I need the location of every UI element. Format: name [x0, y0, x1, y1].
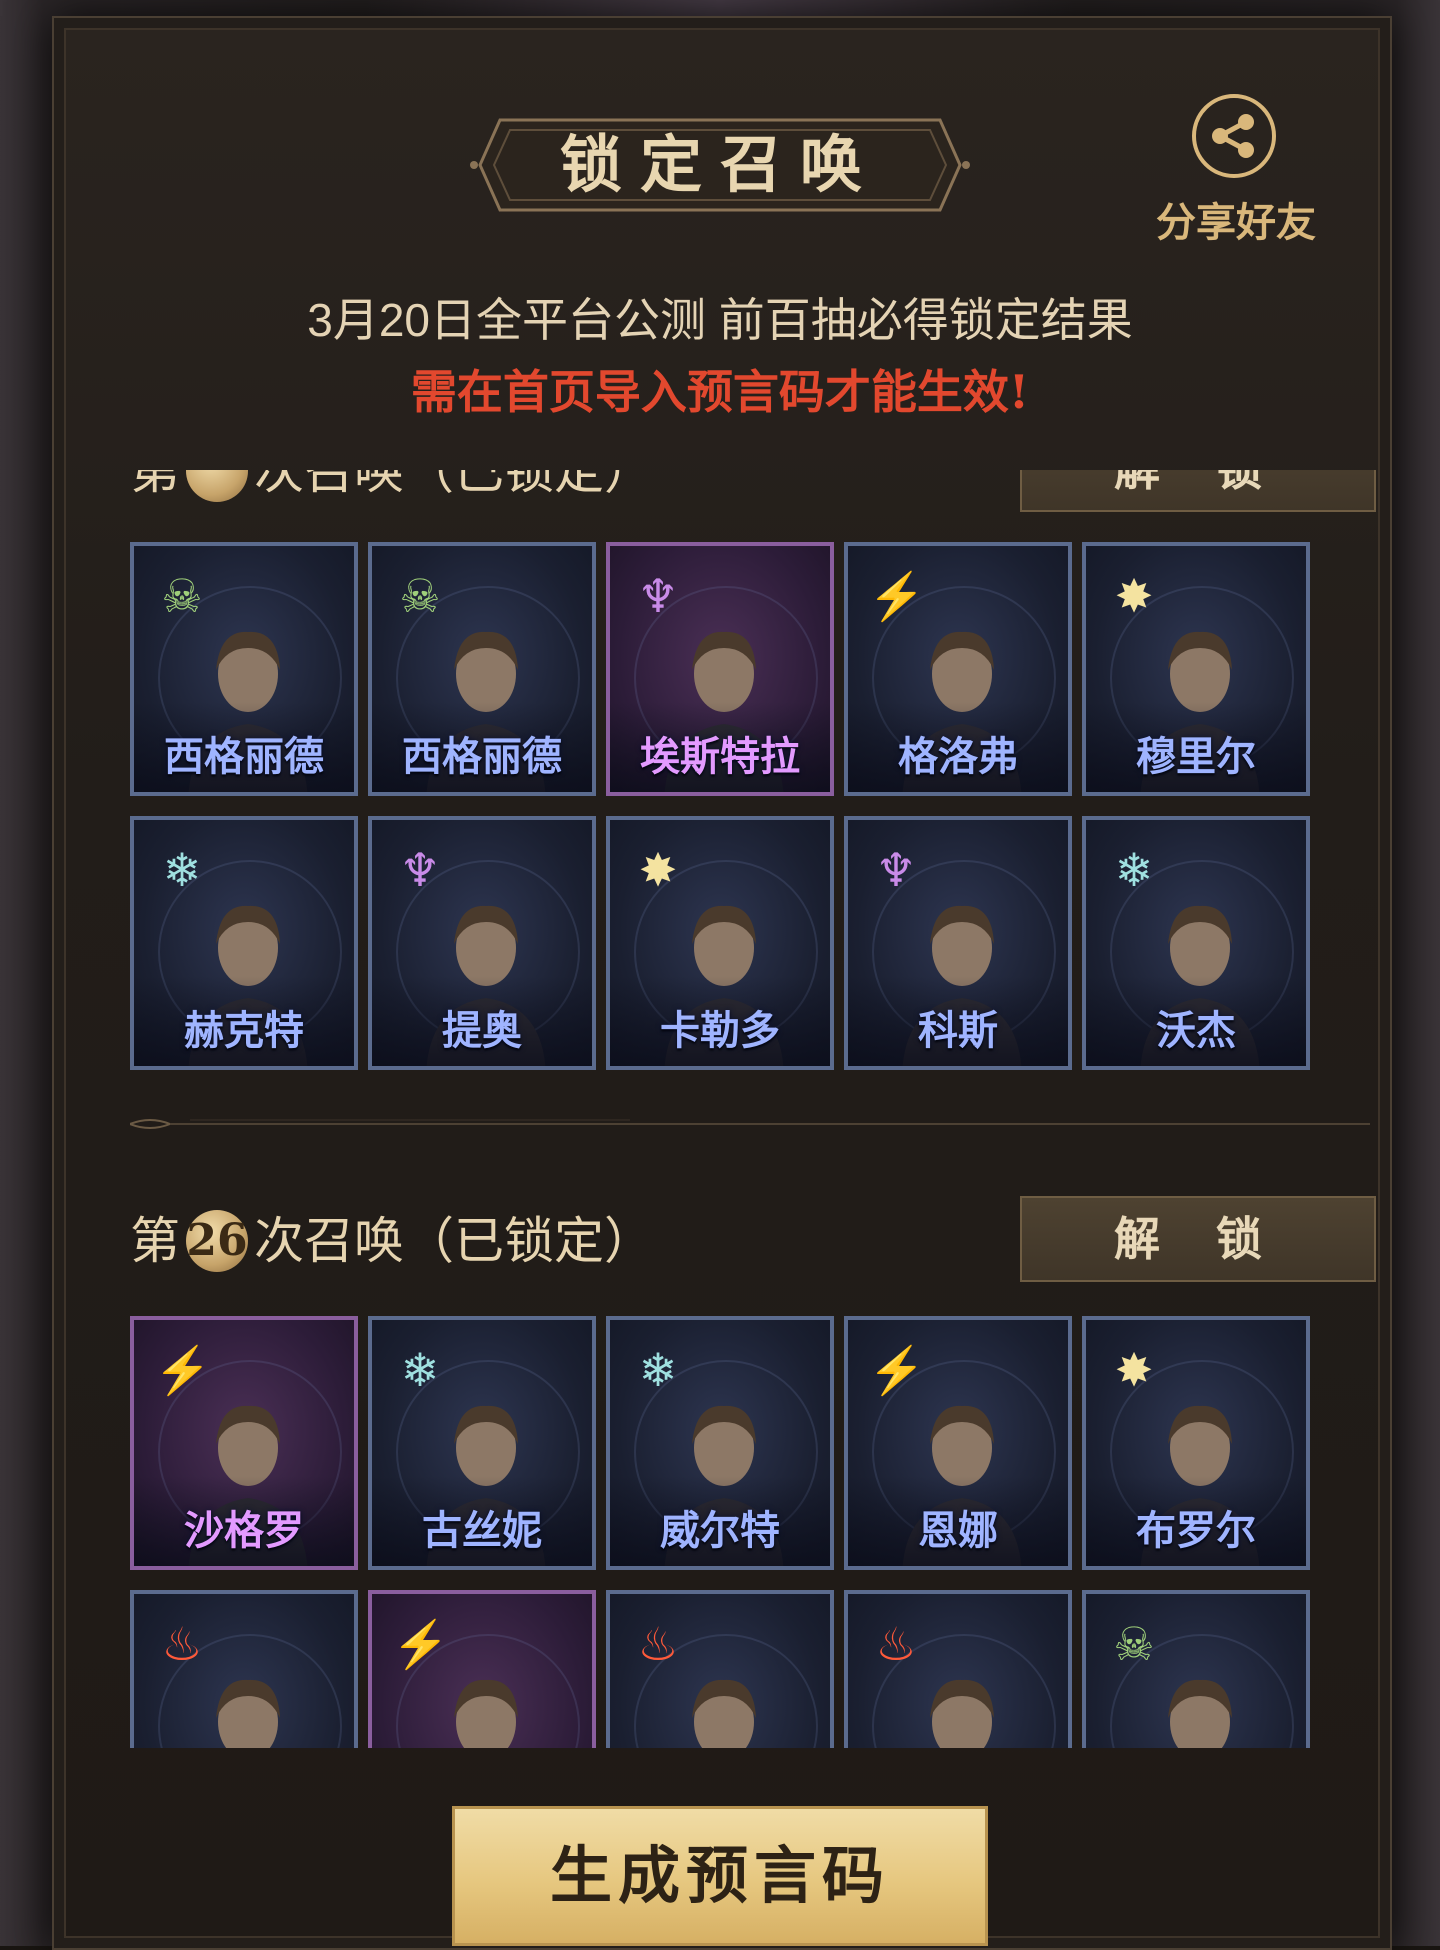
hero-portrait [692, 1679, 756, 1748]
sun-icon: ✸ [1114, 1343, 1154, 1397]
title-banner: 锁定召唤 [470, 110, 970, 220]
summon-list[interactable]: 第次召唤（已锁定） 解 锁 ☠西格丽德☠西格丽德♆埃斯特拉⚡格洛弗✸穆里尔 ❄赫… [52, 470, 1388, 1748]
hero-name: 西格丽德 [164, 733, 324, 780]
hero-name: 穆里尔 [1136, 733, 1256, 780]
section-divider [130, 1119, 1370, 1129]
summon-section-header: 第 26 次召唤（已锁定） 解 锁 [130, 1196, 1376, 1286]
generate-code-button[interactable]: 生成预言码 [452, 1806, 988, 1946]
share-icon [1212, 114, 1254, 158]
share-button[interactable]: 分享好友 [1148, 90, 1324, 250]
hero-name: 沙格罗 [184, 1507, 304, 1554]
hero-card[interactable]: ☠ 西格丽德 [130, 542, 358, 796]
hero-name: 古丝妮 [422, 1507, 542, 1554]
share-icon-ring [1192, 94, 1276, 178]
hero-card[interactable]: ♆ 科斯 [844, 816, 1072, 1070]
frost-icon: ❄ [1114, 843, 1154, 897]
section-suffix: 次召唤（已锁定） [254, 1212, 654, 1270]
hero-card[interactable]: ❄ 古丝妮 [368, 1316, 596, 1570]
hero-card[interactable]: ☠ 西格丽德 [368, 542, 596, 796]
unlock-button[interactable]: 解 锁 [1020, 470, 1376, 512]
demon-icon: ♆ [875, 843, 917, 897]
lightning-icon: ⚡ [868, 569, 926, 623]
hero-name: 恩娜 [918, 1507, 998, 1554]
hero-name: 科斯 [918, 1007, 998, 1054]
section-prefix: 第 [130, 470, 180, 500]
hero-portrait [454, 1679, 518, 1748]
frost-icon: ❄ [162, 843, 202, 897]
section-prefix: 第 [130, 1212, 180, 1270]
hero-card[interactable]: ⚡ 恩娜 [844, 1316, 1072, 1570]
share-label: 分享好友 [1156, 199, 1316, 246]
demon-icon: ♆ [637, 569, 679, 623]
hero-card[interactable]: ♨ [606, 1590, 834, 1748]
page-title: 锁定召唤 [559, 128, 880, 201]
hero-name: 提奥 [442, 1007, 522, 1054]
demon-icon: ♆ [399, 843, 441, 897]
summon-number-badge [186, 470, 248, 502]
lightning-icon: ⚡ [154, 1343, 212, 1397]
hero-card[interactable]: ♨ [844, 1590, 1072, 1748]
hero-row: ❄ 赫克特 ♆ 提奥 ✸ 卡勒多 ♆ 科斯 ❄ 沃杰 [130, 816, 1370, 1070]
frost-icon: ❄ [400, 1343, 440, 1397]
hero-name: 威尔特 [660, 1507, 780, 1554]
hero-name: 布罗尔 [1136, 1507, 1256, 1554]
sun-icon: ✸ [1114, 569, 1154, 623]
hero-card[interactable]: ⚡ 格洛弗 [844, 542, 1072, 796]
hero-card[interactable]: ✸ 布罗尔 [1082, 1316, 1310, 1570]
hero-name: 赫克特 [184, 1007, 304, 1054]
skull-icon: ☠ [1113, 1617, 1155, 1671]
frost-icon: ❄ [638, 1343, 678, 1397]
hero-portrait [216, 1679, 280, 1748]
hero-card[interactable]: ❄ 赫克特 [130, 816, 358, 1070]
lightning-icon: ⚡ [868, 1343, 926, 1397]
hero-name: 西格丽德 [402, 733, 562, 780]
notice-text: 需在首页导入预言码才能生效! [410, 365, 1030, 419]
sun-icon: ✸ [638, 843, 678, 897]
hero-row: ♨ ⚡ ♨ ♨ ☠ [130, 1590, 1370, 1748]
hero-card[interactable]: ❄ 沃杰 [1082, 816, 1310, 1070]
fire-icon: ♨ [161, 1617, 203, 1671]
hero-card[interactable]: ⚡ 沙格罗 [130, 1316, 358, 1570]
skull-icon: ☠ [399, 569, 441, 623]
hero-card[interactable]: ❄ 威尔特 [606, 1316, 834, 1570]
section-suffix: 次召唤（已锁定） [254, 470, 654, 500]
lightning-icon: ⚡ [392, 1617, 450, 1671]
subtitle: 3月20日全平台公测 前百抽必得锁定结果 [307, 294, 1133, 346]
summon-number-badge: 26 [186, 1210, 248, 1272]
section-title: 第 26 次召唤（已锁定） [130, 1196, 654, 1286]
hero-card[interactable]: ✸ 卡勒多 [606, 816, 834, 1070]
hero-portrait [930, 1679, 994, 1748]
hero-card[interactable]: ♆ 提奥 [368, 816, 596, 1070]
hero-card[interactable]: ♆ 埃斯特拉 [606, 542, 834, 796]
skull-icon: ☠ [161, 569, 203, 623]
hero-row: ☠ 西格丽德 ☠ 西格丽德 ♆ 埃斯特拉 ⚡ 格洛弗 ✸ 穆里尔 [130, 542, 1370, 796]
hero-card[interactable]: ♨ [130, 1590, 358, 1748]
fire-icon: ♨ [637, 1617, 679, 1671]
unlock-button[interactable]: 解 锁 [1020, 1196, 1376, 1282]
hero-name: 卡勒多 [660, 1007, 780, 1054]
summon-section-header: 第 次召唤（已锁定） 解 锁 [130, 470, 1376, 516]
section-title: 第 次召唤（已锁定） [130, 470, 654, 516]
hero-card[interactable]: ✸ 穆里尔 [1082, 542, 1310, 796]
fire-icon: ♨ [875, 1617, 917, 1671]
hero-name: 格洛弗 [898, 733, 1018, 780]
hero-card[interactable]: ☠ [1082, 1590, 1310, 1748]
hero-name: 埃斯特拉 [640, 733, 800, 780]
hero-name: 沃杰 [1156, 1007, 1236, 1054]
hero-row: ⚡ 沙格罗 ❄ 古丝妮 ❄ 威尔特 ⚡ 恩娜 ✸ 布罗尔 [130, 1316, 1370, 1570]
hero-portrait [1168, 1679, 1232, 1748]
hero-card[interactable]: ⚡ [368, 1590, 596, 1748]
